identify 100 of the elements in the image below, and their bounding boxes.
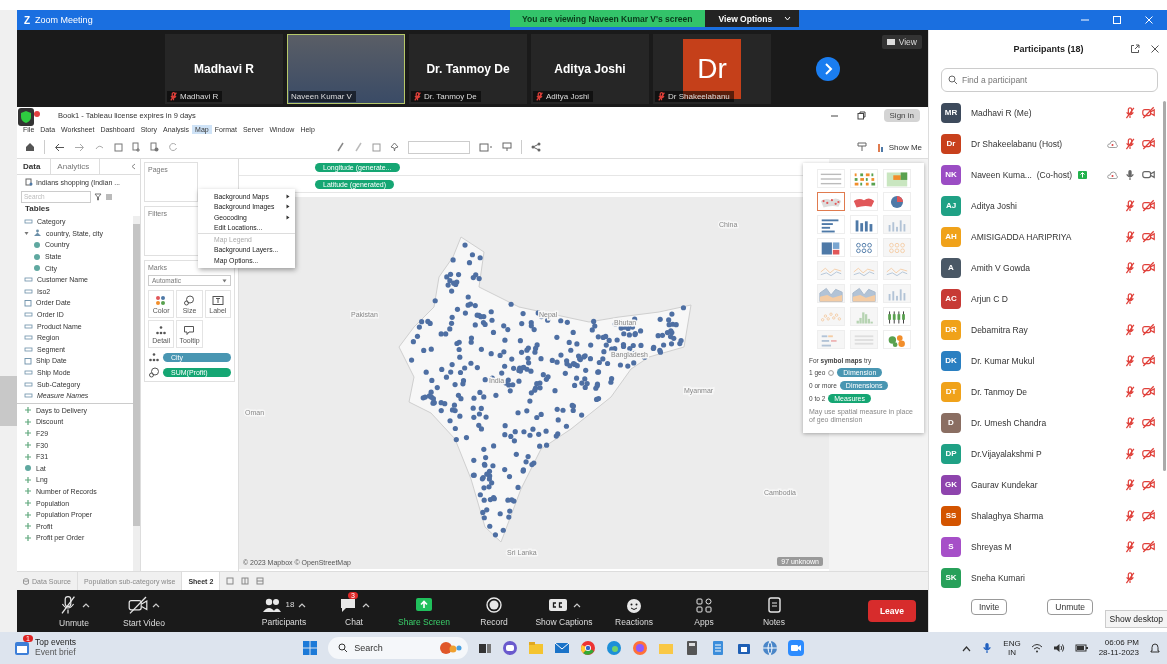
restore-icon[interactable] xyxy=(856,110,866,120)
new-sheet-icon[interactable] xyxy=(150,142,159,152)
participant-row[interactable]: D Dr. Umesh Chandra xyxy=(929,407,1163,438)
view-cards-icon[interactable] xyxy=(479,142,493,152)
toolbar-button[interactable]: Reactions xyxy=(615,595,653,627)
text-type-icon xyxy=(24,218,33,226)
toolbar-button[interactable]: Notes xyxy=(762,595,786,627)
text-box-icon[interactable] xyxy=(372,142,381,152)
forward-arrow-icon[interactable] xyxy=(74,142,85,152)
participant-row[interactable]: Dr Dr Shakeelabanu (Host) xyxy=(929,128,1163,159)
caret-icon[interactable] xyxy=(362,601,370,608)
pane-tab[interactable]: Analytics xyxy=(51,159,101,174)
new-dashboard-icon[interactable] xyxy=(241,577,251,585)
firefox-icon[interactable] xyxy=(632,640,649,656)
view-options-button[interactable]: View Options xyxy=(704,10,800,27)
participant-row[interactable]: GK Gaurav Kundekar xyxy=(929,469,1163,500)
save-icon[interactable] xyxy=(114,142,123,152)
view-button[interactable]: View xyxy=(881,35,922,49)
video-tile[interactable]: Dr. Tanmoy De Dr. Tanmoy De xyxy=(409,33,527,104)
refresh-icon[interactable] xyxy=(168,142,178,152)
participant-row[interactable]: DT Dr. Tanmoy De xyxy=(929,376,1163,407)
new-story-icon[interactable] xyxy=(256,577,266,585)
chrome-icon[interactable] xyxy=(580,640,597,656)
back-arrow-icon[interactable] xyxy=(54,142,65,152)
video-tile[interactable]: Naveen Kumar V xyxy=(287,33,405,104)
participant-name: Debamitra Ray xyxy=(971,324,1028,335)
video-tile[interactable]: Madhavi R Madhavi R xyxy=(165,33,283,104)
participant-row[interactable]: AC Arjun C D xyxy=(929,283,1163,314)
participant-row[interactable]: DK Dr. Kumar Mukul xyxy=(929,345,1163,376)
input-language-indicator[interactable]: ENG IN xyxy=(1003,638,1021,658)
toolbar-button[interactable]: Share Screen xyxy=(398,595,450,627)
presentation-icon[interactable] xyxy=(502,142,512,152)
pin-icon[interactable] xyxy=(390,142,399,152)
caret-icon[interactable] xyxy=(152,601,160,608)
scrollbar[interactable] xyxy=(133,216,140,571)
format-paint-icon[interactable] xyxy=(856,142,867,152)
tooltip: Show desktop xyxy=(1104,610,1167,628)
toolbar-button[interactable]: Record xyxy=(480,595,508,627)
annotate-icon[interactable] xyxy=(354,142,363,152)
new-worksheet-icon[interactable] xyxy=(226,577,236,585)
filter-icon[interactable] xyxy=(94,192,102,201)
next-page-icon[interactable] xyxy=(815,55,841,82)
file-explorer-icon[interactable] xyxy=(528,640,545,656)
participant-row[interactable]: DR Debamitra Ray xyxy=(929,314,1163,345)
search-field[interactable]: Find a participant xyxy=(941,68,1158,92)
windows-start-icon[interactable] xyxy=(302,640,319,656)
muted-mic-icon xyxy=(1124,261,1136,274)
mail-icon[interactable] xyxy=(554,640,571,656)
caret-icon[interactable] xyxy=(82,601,90,608)
video-off-icon xyxy=(1142,385,1155,398)
home-icon[interactable] xyxy=(25,142,35,152)
avatar: DR xyxy=(941,319,961,340)
maximize-icon[interactable] xyxy=(1112,15,1122,25)
chevron-up-icon[interactable] xyxy=(962,644,972,652)
list-icon[interactable] xyxy=(105,192,115,201)
participant-row[interactable]: SS Shalaghya Sharma xyxy=(929,500,1163,531)
participant-row[interactable]: NK Naveen Kuma... (Co-host) xyxy=(929,159,1163,190)
edge-icon[interactable] xyxy=(606,640,623,656)
expand-caret-icon[interactable] xyxy=(24,230,29,236)
participant-name: Gaurav Kundekar xyxy=(971,479,1038,490)
taskbar-search[interactable]: Search xyxy=(328,637,469,659)
battery-icon[interactable] xyxy=(1074,643,1089,653)
participant-row[interactable]: S Shreyas M xyxy=(929,531,1163,562)
wifi-icon[interactable] xyxy=(1030,643,1043,653)
unmute-all-button[interactable]: Unmute xyxy=(1047,599,1094,615)
participant-row[interactable]: A Amith V Gowda xyxy=(929,252,1163,283)
chat-app-icon[interactable] xyxy=(502,640,519,656)
participant-row[interactable]: SK Sneha Kumari xyxy=(929,562,1163,593)
toolbar-button[interactable]: Show Captions xyxy=(535,595,593,627)
tile-name-label: Aditya Joshi xyxy=(546,91,590,101)
video-tile[interactable]: Aditya Joshi Aditya Joshi xyxy=(531,33,649,104)
caret-icon[interactable] xyxy=(298,601,307,608)
participant-row[interactable]: AH AMISIGADDA HARIPRIYA xyxy=(929,221,1163,252)
sign-in-button[interactable]: Sign in xyxy=(883,108,920,122)
bell-icon[interactable] xyxy=(1149,642,1161,654)
participant-row[interactable]: AJ Aditya Joshi xyxy=(929,190,1163,221)
participant-row[interactable]: MR Madhavi R (Me) xyxy=(929,97,1163,128)
globe-icon[interactable] xyxy=(762,640,779,656)
chart-type-option[interactable] xyxy=(816,192,845,211)
leave-button[interactable]: Leave xyxy=(867,600,916,622)
participant-row[interactable]: DP Dr.Vijayalakshmi P xyxy=(929,438,1163,469)
collapse-icon[interactable] xyxy=(131,163,136,170)
highlight-pen-icon[interactable] xyxy=(336,142,345,152)
task-view-icon[interactable] xyxy=(478,641,493,655)
show-me-button[interactable]: Show Me xyxy=(877,142,922,152)
pop-out-icon[interactable] xyxy=(1130,44,1140,54)
toolbar-button[interactable]: Apps xyxy=(694,595,714,627)
video-tile[interactable]: Dr Dr Shakeelabanu xyxy=(653,33,771,104)
speaker-icon[interactable] xyxy=(1052,643,1065,653)
clock[interactable]: 06:06 PM 28-11-2023 xyxy=(1098,638,1139,658)
invite-button[interactable]: Invite xyxy=(971,599,1008,615)
video-app-icon[interactable] xyxy=(788,640,805,656)
add-datasource-icon[interactable] xyxy=(132,142,141,152)
share-nodes-icon[interactable] xyxy=(531,142,541,152)
toolbar-button[interactable]: Start Video xyxy=(123,594,165,628)
toolbar-button[interactable]: 18 Participants xyxy=(261,595,307,627)
scrollbar[interactable] xyxy=(1163,101,1166,471)
caret-icon[interactable] xyxy=(573,601,581,608)
close-icon[interactable] xyxy=(1150,44,1160,54)
toolbar-button[interactable]: Unmute xyxy=(58,594,90,628)
